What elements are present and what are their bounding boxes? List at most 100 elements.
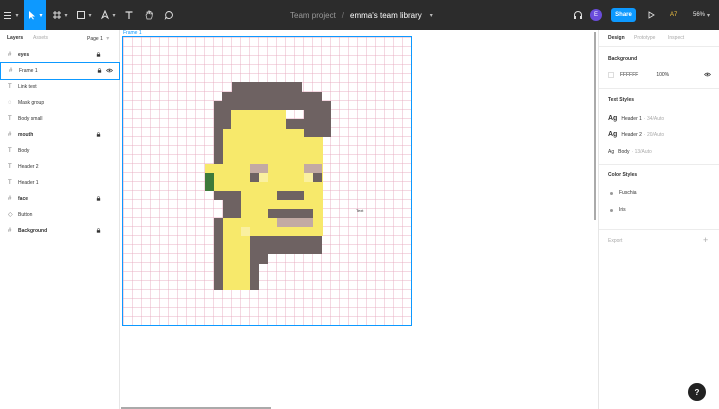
layer-row[interactable]: T Body — [0, 143, 120, 159]
pen-tool-button[interactable]: ▾ — [98, 0, 118, 30]
layer-name: Background — [18, 228, 48, 234]
text-style-name: Header 2 — [621, 131, 642, 138]
pixel-block-hair[interactable] — [214, 101, 331, 110]
top-toolbar: ▾ ▾ ▾ ▾ ▾ Team project / emma's team lib… — [0, 0, 719, 30]
lock-icon[interactable] — [97, 68, 102, 73]
layer-row[interactable]: # mouth — [0, 127, 120, 143]
project-name[interactable]: Team project — [290, 11, 336, 20]
main-menu-button[interactable]: ▾ — [2, 0, 20, 30]
pixel-block-hair[interactable] — [222, 92, 322, 101]
lock-icon[interactable] — [96, 52, 101, 57]
tab-inspect[interactable]: Inspect — [668, 35, 684, 41]
layer-row[interactable]: T Body small — [0, 111, 120, 127]
text-tool-button[interactable] — [122, 0, 136, 30]
hand-tool-button[interactable] — [142, 0, 156, 30]
pixel-block-teeth[interactable] — [277, 218, 313, 227]
frame-tool-button[interactable]: ▾ — [50, 0, 70, 30]
text-style-header-2[interactable]: Ag Header 2 · 20/Auto — [608, 131, 664, 138]
eye-icon[interactable] — [106, 68, 113, 73]
tab-layers[interactable]: Layers — [7, 35, 23, 41]
layer-row[interactable]: T Header 2 — [0, 159, 120, 175]
present-button[interactable] — [645, 0, 657, 30]
mask-icon: ◌ — [8, 100, 12, 106]
text-style-header-1[interactable]: Ag Header 1 · 34/Auto — [608, 115, 664, 122]
layer-row[interactable]: T Header 1 — [0, 175, 120, 191]
background-swatch[interactable] — [608, 72, 614, 78]
frame-icon — [53, 11, 62, 19]
frame-grid-icon: # — [8, 196, 12, 202]
shape-tool-button[interactable]: ▾ — [74, 0, 94, 30]
multiplayer-indicator[interactable]: A7 — [670, 0, 677, 30]
divider — [599, 46, 719, 47]
pixel-block-hair[interactable] — [250, 236, 322, 254]
layer-row[interactable]: # eyes — [0, 47, 120, 63]
pixel-block-green[interactable] — [205, 173, 214, 191]
pixel-block-eye-light[interactable] — [304, 164, 322, 173]
lock-icon[interactable] — [96, 132, 101, 137]
add-export-button[interactable]: + — [703, 235, 708, 245]
pixel-block-skin[interactable] — [223, 129, 304, 137]
pixel-block-hair[interactable] — [214, 218, 223, 290]
pixel-block-hair[interactable] — [250, 173, 259, 182]
pixel-block-hair[interactable] — [223, 200, 241, 218]
frame-grid-icon: # — [9, 68, 13, 74]
pixel-block-hair[interactable] — [214, 137, 223, 164]
background-opacity[interactable]: 100% — [656, 72, 669, 78]
layer-name: Link text — [18, 84, 37, 90]
pixel-block-hair[interactable] — [214, 191, 241, 200]
move-tool-button[interactable]: ▾ — [24, 0, 46, 30]
page-selector[interactable]: Page 1 ▾ — [87, 35, 109, 42]
canvas[interactable]: Frame 1 Text — [121, 30, 596, 409]
layer-row[interactable]: # Frame 1 — [0, 62, 120, 80]
color-style-fuschia[interactable]: Fuschia — [608, 190, 637, 196]
share-button[interactable]: Share — [611, 8, 636, 22]
layer-name: Header 2 — [18, 164, 39, 170]
pixel-block-hair[interactable] — [268, 209, 313, 218]
export-section[interactable]: Export — [608, 238, 622, 244]
lock-icon[interactable] — [96, 228, 101, 233]
background-hex[interactable]: FFFFFF — [620, 72, 638, 78]
layer-row[interactable]: T Link text — [0, 79, 120, 95]
chevron-down-icon[interactable]: ▾ — [430, 12, 433, 19]
pixel-block-skin-light[interactable] — [241, 227, 250, 236]
help-button[interactable]: ? — [688, 383, 706, 401]
text-icon: T — [8, 84, 12, 90]
color-style-iris[interactable]: Iris — [608, 207, 626, 213]
pixel-block-hair[interactable] — [250, 254, 259, 290]
audio-button[interactable] — [571, 0, 585, 30]
pixel-block-hair[interactable] — [313, 173, 322, 182]
layer-row[interactable]: ◇ Button — [0, 207, 120, 223]
export-label: Export — [608, 238, 623, 244]
pixel-block-eye-light[interactable] — [250, 164, 268, 173]
pixel-block-skin[interactable] — [231, 110, 286, 119]
text-style-body[interactable]: Ag Body · 13/Auto — [608, 149, 652, 155]
tab-prototype[interactable]: Prototype — [634, 35, 655, 41]
file-name[interactable]: emma's team library — [350, 11, 422, 20]
pixel-block-hair[interactable] — [286, 119, 304, 129]
pixel-block-hair[interactable] — [277, 191, 304, 200]
background-fill-row[interactable]: FFFFFF 100% — [608, 72, 712, 78]
pixel-block-hair[interactable] — [259, 254, 268, 264]
pixel-block-skin-light[interactable] — [304, 173, 313, 182]
pixel-block-skin[interactable] — [231, 119, 286, 129]
layer-row[interactable]: # face — [0, 191, 120, 207]
color-style-name: Fuschia — [619, 190, 637, 196]
zoom-control[interactable]: 56% ▾ — [693, 0, 710, 30]
text-layer[interactable]: Text — [356, 208, 363, 213]
lock-icon[interactable] — [96, 196, 101, 201]
pixel-block-skin[interactable] — [223, 137, 323, 164]
layer-row[interactable]: ◌ Mask group — [0, 95, 120, 111]
color-style-name: Iris — [619, 207, 626, 213]
layer-row[interactable]: # Background — [0, 223, 120, 239]
tab-assets[interactable]: Assets — [33, 35, 48, 41]
pixel-block-hair[interactable] — [304, 110, 331, 137]
frame-1[interactable]: Text — [122, 36, 412, 326]
vertical-scrollbar[interactable] — [594, 32, 596, 220]
layer-name: Mask group — [18, 100, 45, 106]
avatar[interactable]: E — [590, 9, 602, 21]
cursor-icon — [29, 11, 36, 20]
pixel-block-skin-light[interactable] — [259, 173, 268, 182]
eye-icon[interactable] — [704, 72, 711, 77]
comment-tool-button[interactable] — [162, 0, 176, 30]
tab-design[interactable]: Design — [608, 35, 625, 41]
